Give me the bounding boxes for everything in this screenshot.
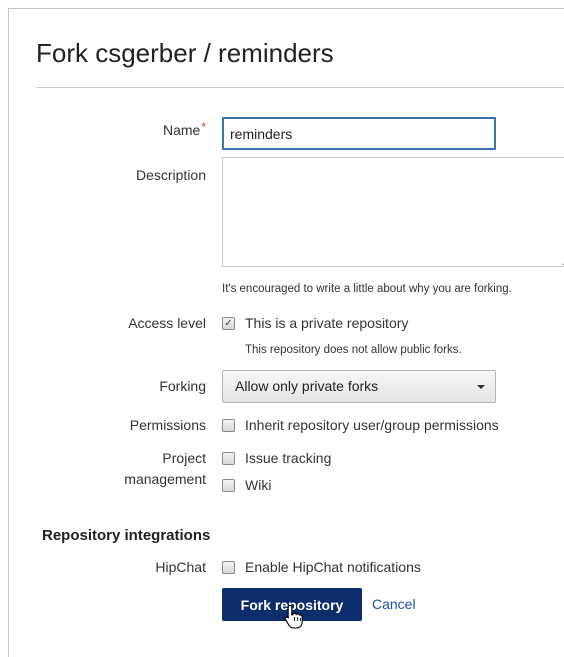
access-level-label: Access level <box>128 315 206 331</box>
project-management-label-line2: management <box>124 471 206 487</box>
cancel-link[interactable]: Cancel <box>372 596 416 612</box>
inherit-permissions-option[interactable]: Inherit repository user/group permission… <box>222 417 499 433</box>
issue-tracking-option[interactable]: Issue tracking <box>222 450 331 466</box>
name-label: Name* <box>36 120 206 138</box>
name-input[interactable] <box>222 117 496 150</box>
forking-selected-value: Allow only private forks <box>235 378 379 394</box>
forking-label: Forking <box>159 378 206 394</box>
hand-pointer-icon <box>284 604 303 629</box>
page-title: Fork csgerber / reminders <box>36 38 334 68</box>
inherit-permissions-label: Inherit repository user/group permission… <box>245 417 499 433</box>
access-help-text: This repository does not allow public fo… <box>245 344 462 356</box>
hipchat-notifications-option[interactable]: Enable HipChat notifications <box>222 559 421 575</box>
inherit-permissions-checkbox[interactable] <box>222 418 235 432</box>
hipchat-notifications-label: Enable HipChat notifications <box>245 559 421 575</box>
integrations-heading: Repository integrations <box>42 527 211 544</box>
project-management-label-line1: Project <box>162 450 206 466</box>
description-textarea[interactable] <box>222 157 564 267</box>
name-label-text: Name <box>162 122 201 138</box>
issue-tracking-label: Issue tracking <box>245 450 332 466</box>
hipchat-notifications-checkbox[interactable] <box>222 560 235 574</box>
wiki-option[interactable]: Wiki <box>222 477 271 493</box>
description-help-text: It's encouraged to write a little about … <box>222 283 512 295</box>
caret-down-icon <box>477 385 485 389</box>
hipchat-label: HipChat <box>155 559 206 575</box>
private-repository-label: This is a private repository <box>245 315 409 331</box>
title-divider <box>36 87 564 88</box>
required-marker: * <box>201 120 206 134</box>
issue-tracking-checkbox[interactable] <box>222 451 235 465</box>
wiki-checkbox[interactable] <box>222 478 235 492</box>
description-label: Description <box>135 167 206 183</box>
private-repository-option[interactable]: ✓ This is a private repository <box>222 315 408 331</box>
wiki-label: Wiki <box>245 477 272 493</box>
permissions-label: Permissions <box>129 417 206 433</box>
private-repository-checkbox[interactable]: ✓ <box>222 316 235 330</box>
forking-select[interactable]: Allow only private forks <box>222 370 496 403</box>
